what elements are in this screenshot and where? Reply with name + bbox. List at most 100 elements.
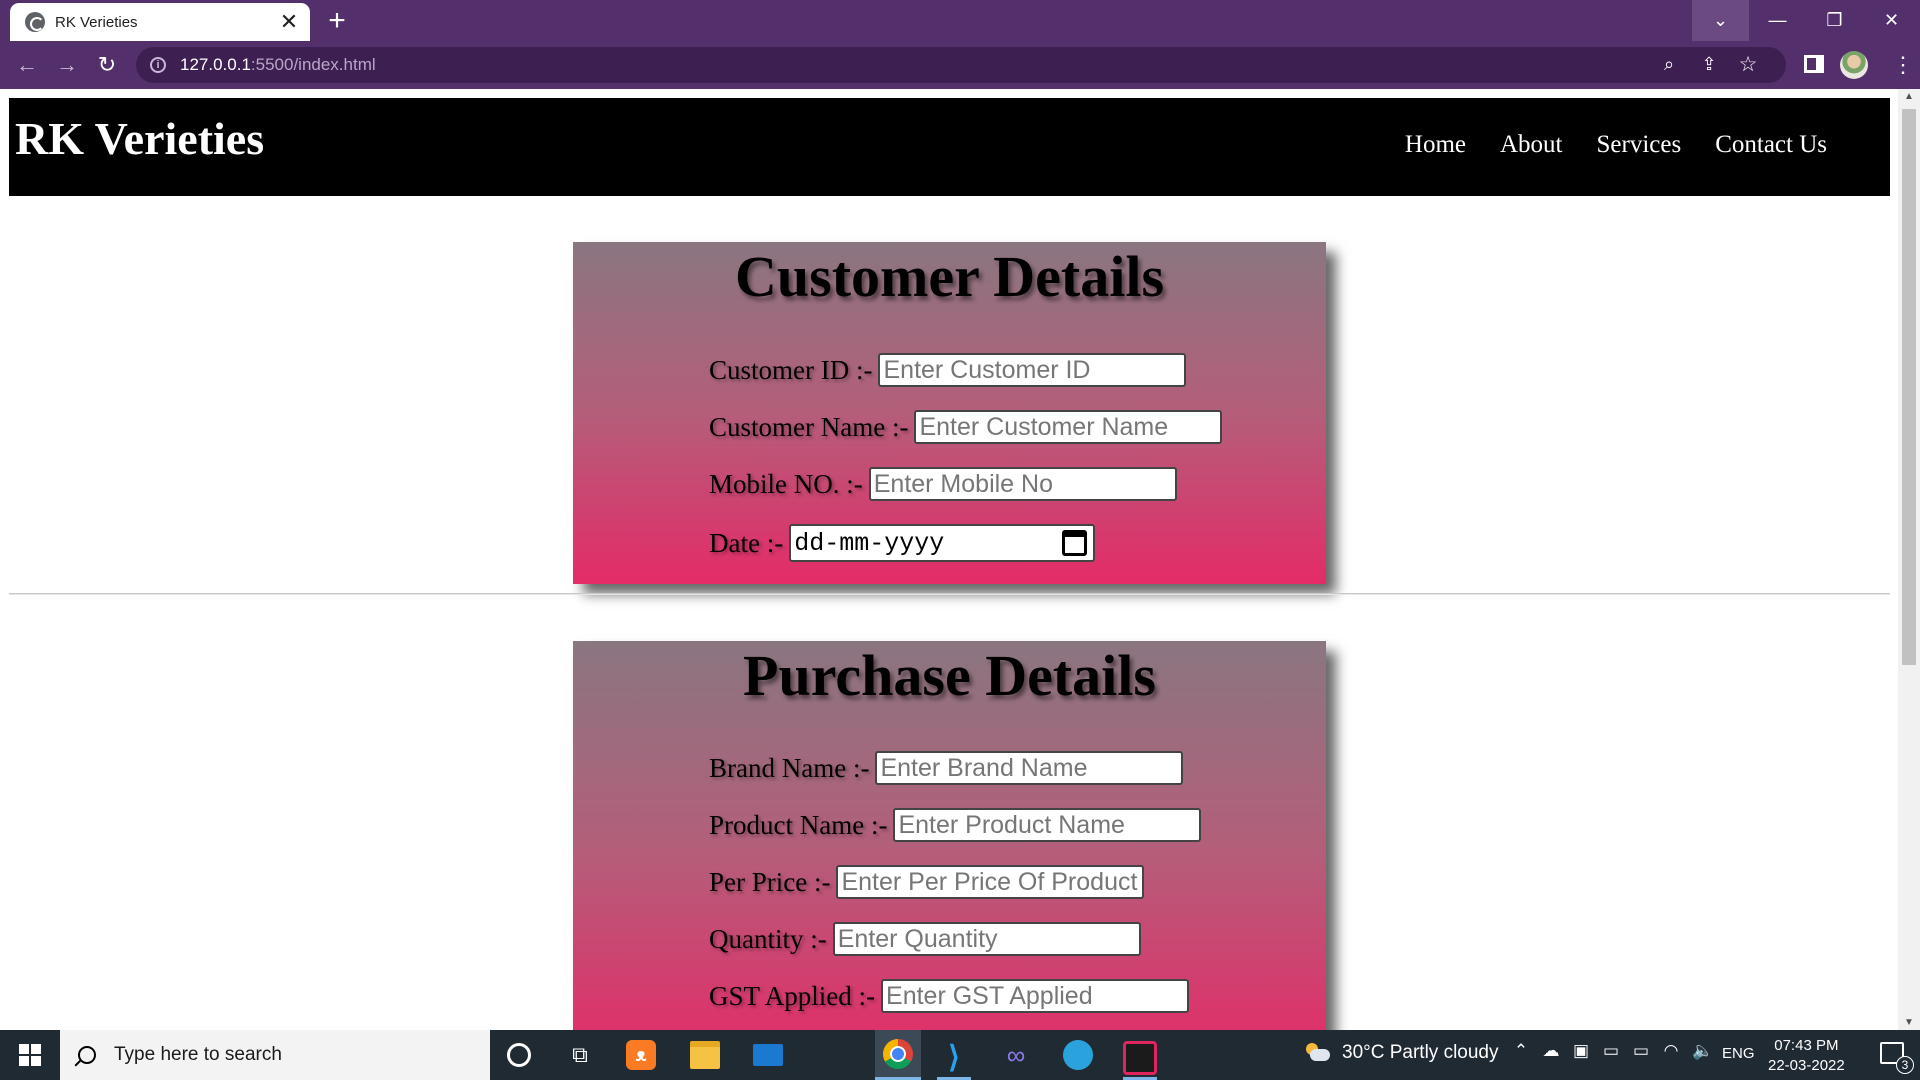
- clock[interactable]: 07:43 PM 22-03-2022: [1768, 1036, 1845, 1076]
- browser-toolbar: ← → ↻ i 127.0.0.1:5500/index.html ⌕ ⇪ ☆: [0, 41, 1920, 89]
- forward-button[interactable]: →: [51, 49, 83, 81]
- zoom-icon[interactable]: ⌕: [1658, 54, 1680, 76]
- new-tab-button[interactable]: +: [322, 6, 352, 36]
- date-value: dd-mm-yyyy: [794, 528, 945, 558]
- vscode-icon[interactable]: ⟩: [937, 1038, 971, 1080]
- profile-avatar[interactable]: [1840, 51, 1868, 79]
- section-divider: [9, 593, 1890, 595]
- page-scrollbar[interactable]: ▲ ▼: [1898, 89, 1920, 1030]
- window-controls: ⌄ — ❐ ✕: [1692, 0, 1920, 41]
- quantity-input[interactable]: [832, 922, 1141, 956]
- tab-close-icon[interactable]: ✕: [276, 9, 302, 35]
- tab-search-button[interactable]: ⌄: [1692, 0, 1749, 41]
- back-button[interactable]: ←: [11, 49, 43, 81]
- reload-button[interactable]: ↻: [91, 49, 123, 81]
- gst-applied-row: GST Applied :-: [709, 979, 1190, 1013]
- display-icon[interactable]: ▭: [1602, 1042, 1620, 1060]
- customer-id-row: Customer ID :-: [709, 353, 1187, 387]
- mobile-no-row: Mobile NO. :-: [709, 467, 1177, 501]
- nav-about[interactable]: About: [1500, 131, 1563, 159]
- cortana-icon[interactable]: [502, 1038, 536, 1072]
- xampp-icon[interactable]: ᴥ: [626, 1040, 656, 1070]
- minimize-button[interactable]: —: [1749, 0, 1806, 41]
- site-logo: RK Verieties: [15, 113, 265, 164]
- search-icon: [78, 1046, 96, 1064]
- gst-applied-label: GST Applied :-: [709, 980, 876, 1011]
- site-header: RK Verieties Home About Services Contact…: [9, 98, 1890, 196]
- per-price-input[interactable]: [836, 865, 1145, 899]
- language-indicator[interactable]: ENG: [1722, 1045, 1755, 1062]
- brand-name-label: Brand Name :-: [709, 752, 870, 783]
- browser-tab[interactable]: RK Verieties ✕: [10, 3, 310, 41]
- calendar-icon[interactable]: [1062, 530, 1088, 556]
- file-explorer-icon[interactable]: [688, 1038, 722, 1072]
- product-name-label: Product Name :-: [709, 809, 888, 840]
- gst-applied-input[interactable]: [881, 979, 1190, 1013]
- show-hidden-icons-icon[interactable]: ⌃: [1512, 1042, 1530, 1060]
- mail-icon[interactable]: [751, 1038, 785, 1072]
- weather-widget[interactable]: 30°C Partly cloudy: [1304, 1042, 1499, 1064]
- battery-icon[interactable]: ▭: [1632, 1042, 1650, 1060]
- mobile-no-label: Mobile NO. :-: [709, 468, 863, 499]
- windows-taskbar: Type here to search ⧉ ᴥ ⟩ ∞ 30°C Partly …: [0, 1030, 1920, 1080]
- microsoft-store-icon[interactable]: [813, 1042, 839, 1068]
- customer-id-input[interactable]: [878, 353, 1187, 387]
- close-window-button[interactable]: ✕: [1863, 0, 1920, 41]
- quantity-row: Quantity :-: [709, 922, 1141, 956]
- clock-time: 07:43 PM: [1774, 1037, 1839, 1054]
- browser-menu-icon[interactable]: ⋮: [1892, 50, 1914, 80]
- onedrive-icon[interactable]: ☁: [1542, 1042, 1560, 1060]
- wifi-icon[interactable]: ◠: [1662, 1042, 1680, 1060]
- customer-id-label: Customer ID :-: [709, 354, 873, 385]
- task-view-icon[interactable]: ⧉: [563, 1038, 597, 1072]
- volume-icon[interactable]: 🔈: [1692, 1042, 1713, 1060]
- customer-name-row: Customer Name :-: [709, 410, 1223, 444]
- chrome-icon[interactable]: [875, 1030, 921, 1080]
- customer-name-label: Customer Name :-: [709, 411, 909, 442]
- infinity-app-icon[interactable]: ∞: [999, 1038, 1033, 1072]
- brand-name-row: Brand Name :-: [709, 751, 1184, 785]
- customer-details-title: Customer Details: [734, 244, 1165, 309]
- site-info-icon[interactable]: i: [150, 57, 166, 73]
- taskbar-search-placeholder: Type here to search: [114, 1044, 282, 1065]
- meet-now-icon[interactable]: ▣: [1572, 1042, 1590, 1060]
- quantity-label: Quantity :-: [709, 923, 827, 954]
- system-tray: ⌃ ☁ ▣ ▭ ▭ ◠ 🔈: [1512, 1042, 1713, 1060]
- url-path: :5500/index.html: [250, 55, 376, 74]
- customer-details-card: Customer Details Customer ID :- Customer…: [573, 242, 1326, 584]
- share-icon[interactable]: ⇪: [1698, 54, 1720, 76]
- mobile-no-input[interactable]: [868, 467, 1177, 501]
- side-panel-icon[interactable]: [1804, 55, 1824, 73]
- browser-titlebar: RK Verieties ✕ + ⌄ — ❐ ✕: [0, 0, 1920, 41]
- date-input[interactable]: dd-mm-yyyy: [789, 524, 1096, 562]
- clock-date: 22-03-2022: [1768, 1057, 1845, 1074]
- purchase-details-title: Purchase Details: [743, 643, 1156, 708]
- scrollbar-thumb[interactable]: [1902, 109, 1916, 665]
- nav-services[interactable]: Services: [1597, 131, 1682, 159]
- taskbar-search-box[interactable]: Type here to search: [60, 1030, 490, 1080]
- bookmark-star-icon[interactable]: ☆: [1736, 52, 1760, 76]
- scroll-up-arrow-icon[interactable]: ▲: [1904, 91, 1914, 102]
- weather-text: 30°C Partly cloudy: [1342, 1042, 1499, 1063]
- date-label: Date :-: [709, 527, 784, 558]
- brand-name-input[interactable]: [875, 751, 1184, 785]
- notification-count-badge: 3: [1896, 1056, 1914, 1074]
- date-row: Date :- dd-mm-yyyy: [709, 524, 1096, 562]
- per-price-row: Per Price :-: [709, 865, 1145, 899]
- customer-name-input[interactable]: [914, 410, 1223, 444]
- nav-contact-us[interactable]: Contact Us: [1715, 131, 1827, 159]
- telegram-icon[interactable]: [1061, 1038, 1095, 1072]
- pinned-app-icon[interactable]: [1123, 1038, 1157, 1080]
- scroll-down-arrow-icon[interactable]: ▼: [1904, 1017, 1914, 1028]
- restore-button[interactable]: ❐: [1806, 0, 1863, 41]
- product-name-row: Product Name :-: [709, 808, 1202, 842]
- page-viewport: RK Verieties Home About Services Contact…: [0, 89, 1898, 1030]
- globe-icon: [25, 12, 45, 32]
- per-price-label: Per Price :-: [709, 866, 831, 897]
- purchase-details-card: Purchase Details Brand Name :- Product N…: [573, 641, 1326, 1030]
- nav-home[interactable]: Home: [1405, 131, 1466, 159]
- address-bar[interactable]: i 127.0.0.1:5500/index.html ⌕ ⇪ ☆: [136, 47, 1786, 83]
- url-host: 127.0.0.1: [180, 55, 251, 74]
- product-name-input[interactable]: [893, 808, 1202, 842]
- start-button[interactable]: [0, 1030, 60, 1080]
